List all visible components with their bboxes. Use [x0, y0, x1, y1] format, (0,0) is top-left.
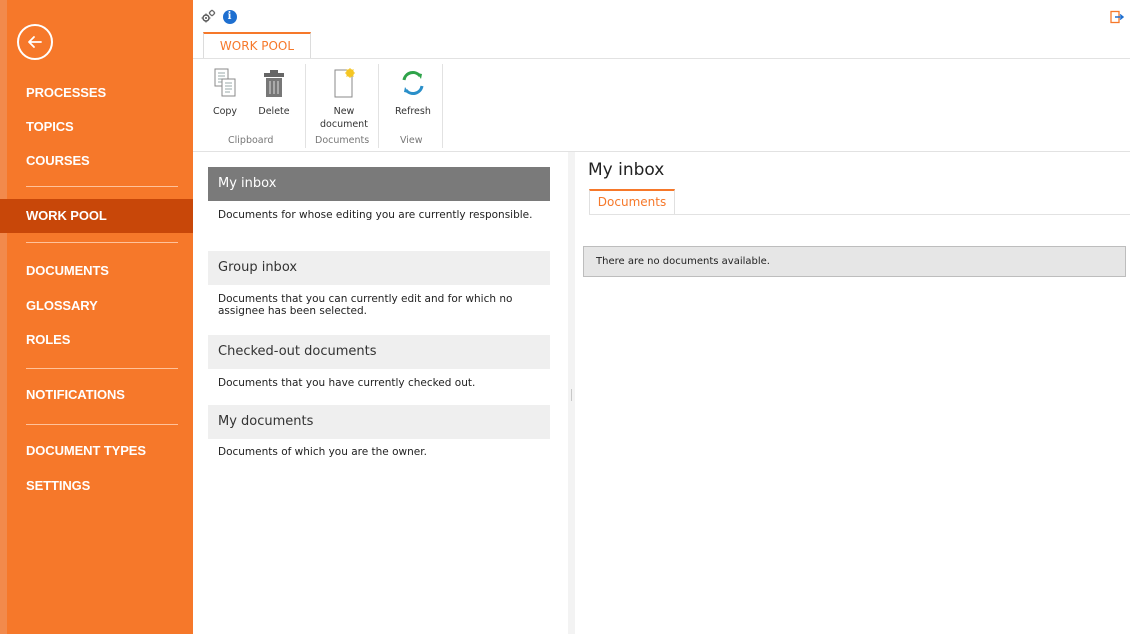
- inbox-list: My inbox Documents for whose editing you…: [193, 152, 568, 634]
- inbox-item-my-documents[interactable]: My documents: [208, 405, 550, 439]
- empty-state-message: There are no documents available.: [583, 246, 1126, 277]
- refresh-button[interactable]: Refresh: [395, 65, 431, 118]
- topbar-icons: i: [201, 9, 237, 24]
- new-document-label-2: document: [320, 119, 368, 130]
- sidebar-divider: [26, 368, 178, 369]
- panel-splitter[interactable]: [568, 152, 575, 634]
- splitter-grip: [571, 389, 572, 401]
- inbox-description: Documents of which you are the owner.: [218, 446, 427, 458]
- new-document-icon: [328, 65, 360, 101]
- sidebar-item-processes[interactable]: PROCESSES: [0, 76, 193, 110]
- refresh-icon: [397, 65, 429, 101]
- copy-icon: [209, 65, 241, 101]
- inbox-description: Documents that you can currently edit an…: [218, 293, 513, 317]
- sidebar-divider: [26, 186, 178, 187]
- ribbon-group-view: View: [400, 135, 423, 146]
- content-tab-line: [589, 214, 1130, 215]
- copy-button[interactable]: Copy: [209, 65, 241, 118]
- delete-button[interactable]: Delete: [258, 65, 290, 118]
- info-glyph: i: [222, 9, 237, 24]
- ribbon-group-clipboard: Clipboard: [228, 135, 274, 146]
- refresh-label: Refresh: [395, 106, 431, 117]
- copy-label: Copy: [212, 106, 238, 117]
- sidebar-item-courses[interactable]: COURSES: [0, 144, 193, 178]
- sidebar: PROCESSES TOPICS COURSES WORK POOL DOCUM…: [0, 0, 193, 634]
- ribbon-group-documents: Documents: [315, 135, 370, 146]
- trash-icon: [258, 65, 290, 101]
- sidebar-item-document-types[interactable]: DOCUMENT TYPES: [0, 434, 193, 468]
- sidebar-item-settings[interactable]: SETTINGS: [0, 469, 193, 503]
- sidebar-item-notifications[interactable]: NOTIFICATIONS: [0, 378, 193, 412]
- sidebar-divider: [26, 424, 178, 425]
- new-document-button[interactable]: New document: [320, 65, 368, 131]
- ribbon-group-separator: [378, 64, 379, 148]
- gears-icon[interactable]: [201, 9, 216, 24]
- ribbon-group-separator: [305, 64, 306, 148]
- inbox-description: Documents for whose editing you are curr…: [218, 209, 533, 221]
- inbox-description: Documents that you have currently checke…: [218, 377, 476, 389]
- exit-icon[interactable]: [1110, 9, 1125, 24]
- sidebar-item-topics[interactable]: TOPICS: [0, 110, 193, 144]
- new-document-label-1: New: [333, 106, 355, 117]
- ribbon-group-separator: [442, 64, 443, 148]
- sidebar-divider: [26, 242, 178, 243]
- back-button[interactable]: [17, 24, 53, 60]
- arrow-left-icon: [28, 36, 42, 48]
- tab-work-pool[interactable]: WORK POOL: [203, 32, 311, 59]
- sidebar-item-documents[interactable]: DOCUMENTS: [0, 254, 193, 288]
- sidebar-item-work-pool[interactable]: WORK POOL: [0, 199, 193, 233]
- sidebar-item-roles[interactable]: ROLES: [0, 323, 193, 357]
- info-icon[interactable]: i: [222, 9, 237, 24]
- sidebar-item-glossary[interactable]: GLOSSARY: [0, 289, 193, 323]
- inbox-item-checked-out[interactable]: Checked-out documents: [208, 335, 550, 369]
- inbox-item-my-inbox[interactable]: My inbox: [208, 167, 550, 201]
- page-title: My inbox: [588, 160, 665, 180]
- delete-label: Delete: [258, 106, 290, 117]
- inbox-item-group-inbox[interactable]: Group inbox: [208, 251, 550, 285]
- tab-documents[interactable]: Documents: [589, 189, 675, 214]
